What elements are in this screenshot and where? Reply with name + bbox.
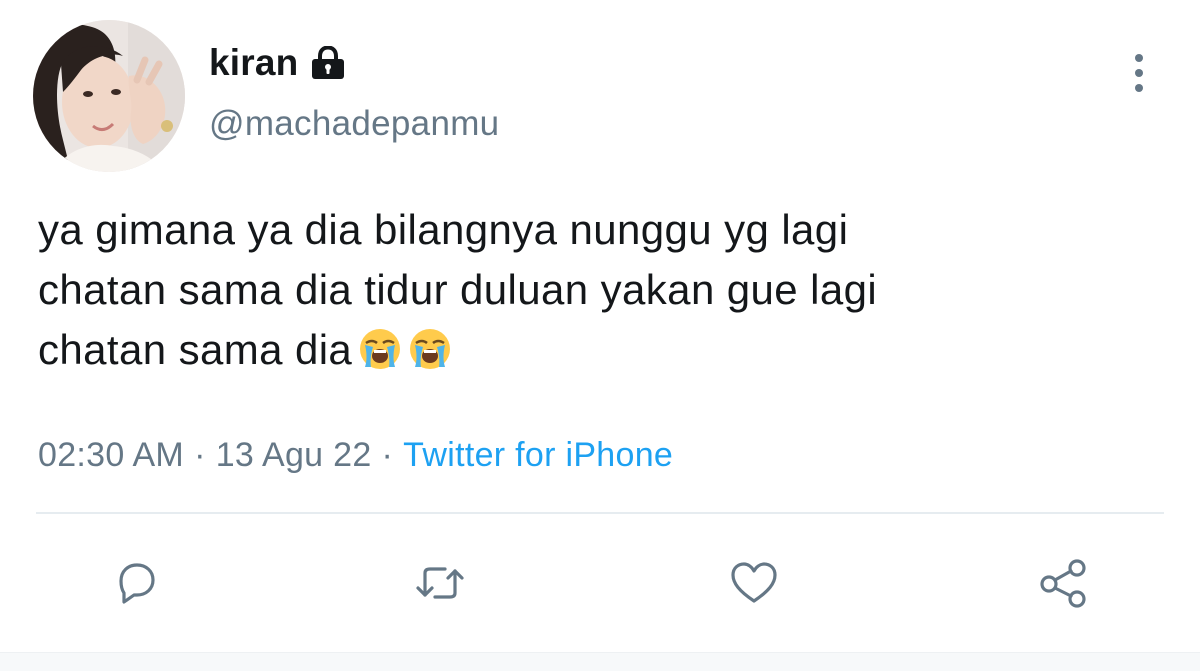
heart-icon [731, 562, 777, 603]
share-button[interactable] [1028, 548, 1098, 618]
lock-icon [310, 46, 346, 80]
meta-separator: · [381, 436, 394, 474]
loudly-crying-face-icon [408, 327, 452, 387]
tweet-meta: 02:30 AM · 13 Agu 22 · Twitter for iPhone [38, 436, 673, 475]
retweet-icon [416, 567, 464, 599]
more-vertical-icon[interactable] [1121, 48, 1157, 98]
user-handle[interactable]: @machadepanmu [209, 104, 499, 144]
tweet-body: ya gimana ya dia bilangnya nunggu yg lag… [38, 206, 878, 373]
avatar[interactable] [33, 20, 185, 172]
speech-bubble-icon [119, 563, 155, 604]
profile-photo [33, 20, 185, 172]
loudly-crying-face-icon [358, 327, 402, 387]
reply-button[interactable] [102, 548, 172, 618]
tweet-text: ya gimana ya dia bilangnya nunggu yg lag… [38, 200, 1158, 387]
tweet-date: 13 Agu 22 [215, 436, 372, 474]
display-name[interactable]: kiran [209, 42, 298, 84]
tweet-source-link[interactable]: Twitter for iPhone [403, 436, 673, 474]
action-bar [0, 548, 1200, 618]
meta-separator: · [194, 436, 206, 474]
tweet-card: kiran @machadepanmu ya gimana ya dia bil… [0, 0, 1200, 671]
tweet-time: 02:30 AM [38, 436, 185, 474]
retweet-button[interactable] [405, 548, 475, 618]
author-name-row: kiran [209, 38, 346, 88]
share-icon [1040, 559, 1086, 608]
bottom-edge [0, 652, 1200, 671]
divider [36, 512, 1164, 514]
like-button[interactable] [719, 548, 789, 618]
